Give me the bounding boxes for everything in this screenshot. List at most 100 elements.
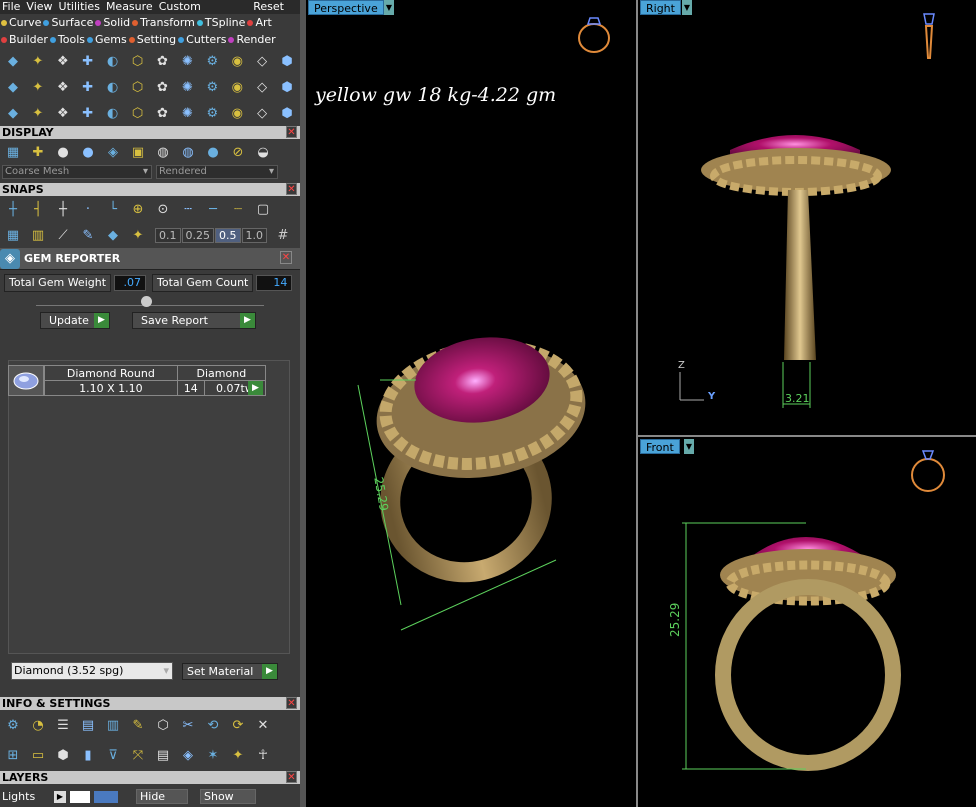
info-extra-tool-11-icon[interactable]: ☥ — [252, 744, 274, 766]
curve-tool-2-icon[interactable]: ✦ — [27, 50, 49, 72]
close-icon[interactable]: ✕ — [286, 697, 297, 709]
snap-option-tool-4-icon[interactable]: ✎ — [77, 224, 99, 246]
curve-tool-10-icon[interactable]: ◉ — [226, 50, 248, 72]
info-tool-10-icon[interactable]: ⟳ — [227, 714, 249, 736]
category-tools[interactable]: Tools — [49, 31, 85, 48]
info-tool-11-icon[interactable]: ✕ — [252, 714, 274, 736]
gem-slider[interactable] — [36, 294, 264, 307]
surface-tool-8-icon[interactable]: ✺ — [176, 76, 198, 98]
right-viewport[interactable]: Right ▼ 3.21 Z Y — [638, 0, 976, 435]
diamond-thumbnail[interactable] — [8, 365, 44, 396]
menu-file[interactable]: File — [2, 0, 20, 14]
display-tool-3-icon[interactable]: ● — [52, 141, 74, 163]
transform-tool-3-icon[interactable]: ❖ — [52, 102, 74, 124]
category-surface[interactable]: Surface — [43, 14, 93, 31]
close-icon[interactable]: ✕ — [280, 251, 292, 264]
category-solid[interactable]: Solid — [95, 14, 130, 31]
viewport-label-front[interactable]: Front — [640, 439, 680, 454]
info-tool-2-icon[interactable]: ◔ — [27, 714, 49, 736]
display-tool-5-icon[interactable]: ◈ — [102, 141, 124, 163]
menu-custom[interactable]: Custom — [159, 0, 201, 14]
chevron-down-icon[interactable]: ▼ — [684, 439, 694, 454]
surface-tool-4-icon[interactable]: ✚ — [77, 76, 99, 98]
update-button[interactable]: Update ▶ — [40, 312, 110, 329]
snap-tool-3-icon[interactable]: ┼ — [52, 198, 74, 220]
category-tspline[interactable]: TSpline — [196, 14, 245, 31]
transform-tool-10-icon[interactable]: ◉ — [226, 102, 248, 124]
close-icon[interactable]: ✕ — [286, 183, 297, 195]
curve-tool-11-icon[interactable]: ◇ — [251, 50, 273, 72]
perspective-viewport[interactable]: Perspective ▼ yellow gw 18 kg-4.22 gm 25… — [306, 0, 636, 807]
display-tool-6-icon[interactable]: ▣ — [127, 141, 149, 163]
info-extra-tool-10-icon[interactable]: ✦ — [227, 744, 249, 766]
curve-tool-9-icon[interactable]: ⚙ — [201, 50, 223, 72]
layer-color-swatch[interactable] — [70, 790, 90, 803]
set-material-button[interactable]: Set Material ▶ — [182, 663, 278, 680]
mesh-dropdown[interactable]: Coarse Mesh — [2, 165, 152, 179]
display-tool-8-icon[interactable]: ◍ — [177, 141, 199, 163]
view-cube-ring-icon[interactable] — [910, 445, 950, 495]
info-extra-tool-2-icon[interactable]: ▭ — [27, 744, 49, 766]
surface-tool-2-icon[interactable]: ✦ — [27, 76, 49, 98]
menu-measure[interactable]: Measure — [106, 0, 153, 14]
snap-increment-1.0[interactable]: 1.0 — [241, 227, 267, 243]
info-tool-4-icon[interactable]: ▤ — [77, 714, 99, 736]
snap-increment-0.5[interactable]: 0.5 — [215, 227, 241, 243]
info-tool-9-icon[interactable]: ⟲ — [202, 714, 224, 736]
transform-tool-5-icon[interactable]: ◐ — [102, 102, 124, 124]
snap-tool-6-icon[interactable]: ⊕ — [127, 198, 149, 220]
material-dropdown[interactable]: Diamond (3.52 spg) — [11, 662, 173, 680]
menu-utilities[interactable]: Utilities — [59, 0, 100, 14]
curve-tool-7-icon[interactable]: ✿ — [152, 50, 174, 72]
snap-tool-4-icon[interactable]: · — [77, 198, 99, 220]
transform-tool-11-icon[interactable]: ◇ — [251, 102, 273, 124]
info-extra-tool-4-icon[interactable]: ▮ — [77, 744, 99, 766]
viewport-label-right[interactable]: Right — [640, 0, 681, 15]
info-extra-tool-7-icon[interactable]: ▤ — [152, 744, 174, 766]
category-builder[interactable]: Builder — [1, 31, 48, 48]
display-tool-10-icon[interactable]: ⊘ — [227, 141, 249, 163]
save-report-button[interactable]: Save Report ▶ — [132, 312, 256, 329]
hide-button[interactable]: Hide — [136, 789, 188, 804]
transform-tool-2-icon[interactable]: ✦ — [27, 102, 49, 124]
category-gems[interactable]: Gems — [87, 31, 127, 48]
info-extra-tool-6-icon[interactable]: ⤧ — [127, 744, 149, 766]
reset-button[interactable]: Reset — [253, 0, 284, 14]
render-mode-dropdown[interactable]: Rendered — [156, 165, 278, 179]
snap-tool-7-icon[interactable]: ⊙ — [152, 198, 174, 220]
info-extra-tool-1-icon[interactable]: ⊞ — [2, 744, 24, 766]
menu-view[interactable]: View — [26, 0, 52, 14]
category-curve[interactable]: Curve — [1, 14, 41, 31]
display-tool-7-icon[interactable]: ◍ — [152, 141, 174, 163]
info-tool-8-icon[interactable]: ✂ — [177, 714, 199, 736]
snap-increment-0.25[interactable]: 0.25 — [181, 227, 214, 243]
close-icon[interactable]: ✕ — [286, 126, 297, 138]
info-extra-tool-8-icon[interactable]: ◈ — [177, 744, 199, 766]
surface-tool-3-icon[interactable]: ❖ — [52, 76, 74, 98]
slider-handle[interactable] — [141, 296, 152, 307]
curve-tool-3-icon[interactable]: ❖ — [52, 50, 74, 72]
info-extra-tool-9-icon[interactable]: ✶ — [202, 744, 224, 766]
surface-tool-1-icon[interactable]: ◆ — [2, 76, 24, 98]
snap-tool-8-icon[interactable]: ┄ — [177, 198, 199, 220]
show-button[interactable]: Show — [200, 789, 256, 804]
curve-tool-8-icon[interactable]: ✺ — [176, 50, 198, 72]
snap-tool-10-icon[interactable]: ┈ — [227, 198, 249, 220]
snap-tool-9-icon[interactable]: ─ — [202, 198, 224, 220]
front-viewport[interactable]: Front ▼ 25.29 — [638, 437, 976, 807]
surface-tool-9-icon[interactable]: ⚙ — [201, 76, 223, 98]
layer-visibility-toggle[interactable] — [94, 790, 118, 803]
transform-tool-8-icon[interactable]: ✺ — [176, 102, 198, 124]
snap-option-tool-6-icon[interactable]: ✦ — [127, 224, 149, 246]
snap-tool-11-icon[interactable]: ▢ — [252, 198, 274, 220]
expand-icon[interactable]: ▶ — [54, 790, 66, 803]
transform-tool-6-icon[interactable]: ⬡ — [127, 102, 149, 124]
category-render[interactable]: Render — [228, 31, 276, 48]
info-tool-6-icon[interactable]: ✎ — [127, 714, 149, 736]
transform-tool-7-icon[interactable]: ✿ — [152, 102, 174, 124]
display-tool-4-icon[interactable]: ● — [77, 141, 99, 163]
display-tool-1-icon[interactable]: ▦ — [2, 141, 24, 163]
info-tool-7-icon[interactable]: ⬡ — [152, 714, 174, 736]
display-tool-9-icon[interactable]: ● — [202, 141, 224, 163]
surface-tool-7-icon[interactable]: ✿ — [152, 76, 174, 98]
